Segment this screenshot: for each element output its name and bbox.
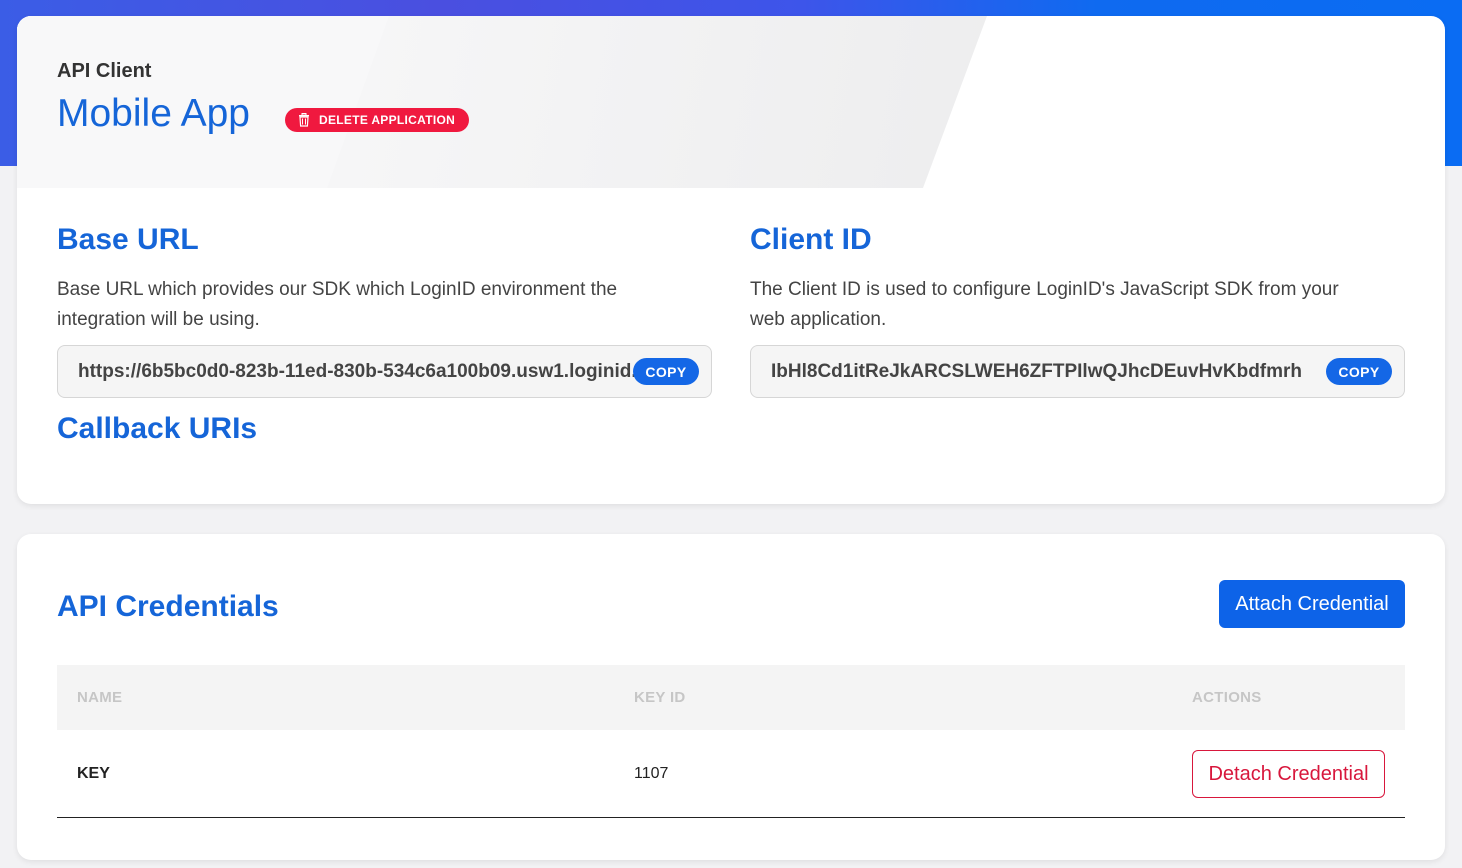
credential-key-id: 1107 (634, 765, 669, 782)
callback-uris-title: Callback URIs (57, 412, 258, 445)
api-credentials-card: API Credentials Attach Credential NAME K… (17, 534, 1445, 860)
table-row: KEY 1107 Detach Credential (57, 730, 1405, 818)
client-id-value: IbHl8Cd1itReJkARCSLWEH6ZFTPIlwQJhcDEuvHv… (771, 361, 1303, 382)
column-header-key-id: KEY ID (634, 689, 686, 706)
credential-name: KEY (77, 765, 110, 782)
detach-credential-button[interactable]: Detach Credential (1192, 750, 1385, 798)
client-id-title: Client ID (750, 223, 872, 256)
eyebrow-label: API Client (57, 60, 152, 82)
api-client-card: API Client Mobile App DELETE APPLICATION… (17, 16, 1445, 504)
api-credentials-title: API Credentials (57, 590, 279, 623)
client-id-description: The Client ID is used to configure Login… (750, 279, 1339, 330)
trash-icon (299, 113, 309, 127)
table-header: NAME KEY ID ACTIONS (57, 665, 1405, 730)
page-title: Mobile App (57, 92, 250, 135)
base-url-field[interactable]: https://6b5bc0d0-823b-11ed-830b-534c6a10… (57, 345, 712, 398)
delete-application-label: DELETE APPLICATION (319, 113, 456, 127)
delete-application-button[interactable]: DELETE APPLICATION (285, 108, 470, 132)
column-header-name: NAME (77, 689, 123, 706)
credentials-table: NAME KEY ID ACTIONS KEY 1107 Detach Cred… (57, 665, 1405, 818)
base-url-title: Base URL (57, 223, 199, 256)
client-id-field[interactable]: IbHl8Cd1itReJkARCSLWEH6ZFTPIlwQJhcDEuvHv… (750, 345, 1405, 398)
base-url-description: Base URL which provides our SDK which Lo… (57, 279, 618, 330)
column-header-actions: ACTIONS (1192, 689, 1262, 706)
attach-credential-button[interactable]: Attach Credential (1219, 580, 1405, 628)
base-url-value: https://6b5bc0d0-823b-11ed-830b-534c6a10… (78, 361, 654, 382)
copy-client-id-button[interactable]: COPY (1326, 358, 1392, 385)
copy-base-url-button[interactable]: COPY (633, 358, 699, 385)
